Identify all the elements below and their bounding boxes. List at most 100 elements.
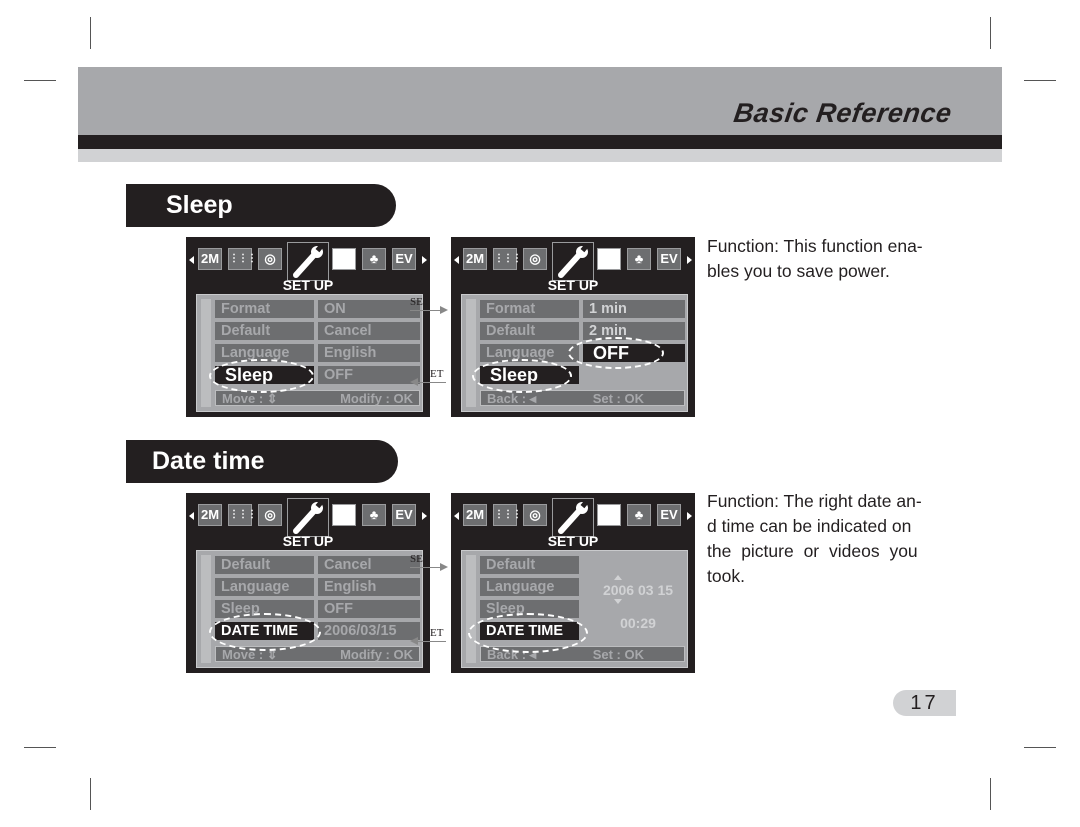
description-line: Function: The right date an- (707, 491, 922, 511)
menu-panel: Format ON Default Cancel Language Englis… (196, 294, 423, 412)
description-line: d time can be indicated on (707, 516, 912, 536)
flow-line (416, 641, 446, 642)
resolution-icon: 2M (463, 248, 487, 270)
camera-screen-sleep-submenu: 2M ⋮⋮⋮ ◎ ♣ EV SET UP Format 1 min Defaul… (451, 237, 695, 417)
footer-hint-right: Modify : OK (340, 391, 413, 406)
menu-value: Cancel (318, 322, 420, 340)
lightbulb-icon: ♣ (362, 248, 386, 270)
scroll-right-icon (422, 512, 427, 520)
camera-screen-sleep-menu: 2M ⋮⋮⋮ ◎ ♣ EV SET UP Format ON Default C… (186, 237, 430, 417)
screen-title: SET UP (282, 533, 334, 549)
menu-value: English (318, 344, 420, 362)
arrow-right-icon (440, 563, 448, 571)
ev-icon: EV (392, 248, 416, 270)
set-label: ET (430, 627, 444, 639)
section-title-sleep: Sleep (126, 184, 396, 227)
scroll-left-icon (454, 512, 459, 520)
page-number: 17 (893, 690, 956, 716)
scene-mode-icon: ◎ (523, 504, 547, 526)
option-value: 1 min (583, 300, 685, 318)
setup-wrench-icon (287, 242, 329, 281)
menu-label: Default (215, 556, 314, 574)
footer-hint-left: Back : ◂ (487, 391, 537, 406)
crop-mark (90, 778, 91, 810)
panel-strip (201, 555, 211, 663)
footer-hint-left: Move : ⇕ (222, 647, 278, 662)
menu-label: Language (215, 578, 314, 596)
screen-footer: Back : ◂ Set : OK (480, 646, 685, 662)
lightbulb-icon: ♣ (627, 504, 651, 526)
menu-value: English (318, 578, 420, 596)
crop-mark (1024, 747, 1056, 748)
crop-mark (990, 17, 991, 49)
menu-value: ON (318, 300, 420, 318)
header-title: Basic Reference (732, 98, 955, 128)
set-label: ET (430, 368, 444, 380)
arrow-left-icon (410, 378, 418, 386)
scene-mode-icon: ◎ (523, 248, 547, 270)
setup-wrench-icon (552, 498, 594, 537)
menu-label: Format (215, 300, 314, 318)
description-line: the picture or videos you (707, 541, 918, 561)
time-value: 00:29 (620, 615, 656, 631)
menu-label: Language (480, 344, 579, 362)
menu-label-selected: DATE TIME (215, 622, 314, 640)
quality-grid-icon: ⋮⋮⋮ (493, 504, 522, 526)
option-value-selected: OFF (583, 344, 685, 362)
panel-strip (466, 299, 476, 407)
menu-label: Default (480, 322, 579, 340)
option-value: 2 min (583, 322, 685, 340)
panel-strip (466, 555, 476, 663)
resolution-icon: 2M (198, 504, 222, 526)
description-line: Function: This function ena- (707, 236, 923, 256)
menu-label: Format (480, 300, 579, 318)
camera-icon-bar: 2M ⋮⋮⋮ ◎ ♣ EV (186, 498, 430, 537)
arrow-left-icon (410, 637, 418, 645)
menu-label-selected: DATE TIME (480, 622, 579, 640)
white-balance-icon (597, 504, 621, 526)
arrow-right-icon (440, 306, 448, 314)
crop-mark (24, 80, 56, 81)
screen-footer: Back : ◂ Set : OK (480, 390, 685, 406)
menu-label-selected: Sleep (215, 366, 314, 384)
menu-label: Sleep (480, 600, 579, 618)
scroll-left-icon (189, 256, 194, 264)
footer-hint-right: Set : OK (592, 391, 644, 406)
menu-panel: Format 1 min Default 2 min Language OFF … (461, 294, 688, 412)
description-line: took. (707, 566, 745, 586)
ev-icon: EV (657, 504, 681, 526)
menu-label: Language (215, 344, 314, 362)
lightbulb-icon: ♣ (362, 504, 386, 526)
screen-footer: Move : ⇕ Modify : OK (215, 646, 420, 662)
header-divider (78, 135, 1002, 149)
menu-value: 2006/03/15 (318, 622, 420, 640)
camera-icon-bar: 2M ⋮⋮⋮ ◎ ♣ EV (451, 242, 695, 281)
description-line: bles you to save power. (707, 261, 890, 281)
flow-line (410, 567, 442, 568)
menu-panel: Default Cancel Language English Sleep OF… (196, 550, 423, 668)
footer-hint-left: Back : ◂ (487, 647, 537, 662)
crop-mark (990, 778, 991, 810)
footer-hint-left: Move : ⇕ (222, 391, 278, 406)
setup-wrench-icon (552, 242, 594, 281)
white-balance-icon (332, 504, 356, 526)
scroll-right-icon (687, 512, 692, 520)
scroll-right-icon (687, 256, 692, 264)
camera-screen-datetime-menu: 2M ⋮⋮⋮ ◎ ♣ EV SET UP Default Cancel Lang… (186, 493, 430, 673)
white-balance-icon (597, 248, 621, 270)
menu-label: Language (480, 578, 579, 596)
lightbulb-icon: ♣ (627, 248, 651, 270)
menu-panel: Default Language Sleep DATE TIME 2006 03… (461, 550, 688, 668)
white-balance-icon (332, 248, 356, 270)
camera-icon-bar: 2M ⋮⋮⋮ ◎ ♣ EV (451, 498, 695, 537)
footer-hint-right: Modify : OK (340, 647, 413, 662)
sleep-description: Function: This function ena- bles you to… (707, 234, 957, 284)
flow-line (410, 310, 442, 311)
screen-footer: Move : ⇕ Modify : OK (215, 390, 420, 406)
scroll-left-icon (454, 256, 459, 264)
quality-grid-icon: ⋮⋮⋮ (228, 248, 257, 270)
setup-wrench-icon (287, 498, 329, 537)
set-label: SET (410, 553, 430, 565)
menu-value: OFF (318, 366, 420, 384)
scene-mode-icon: ◎ (258, 504, 282, 526)
